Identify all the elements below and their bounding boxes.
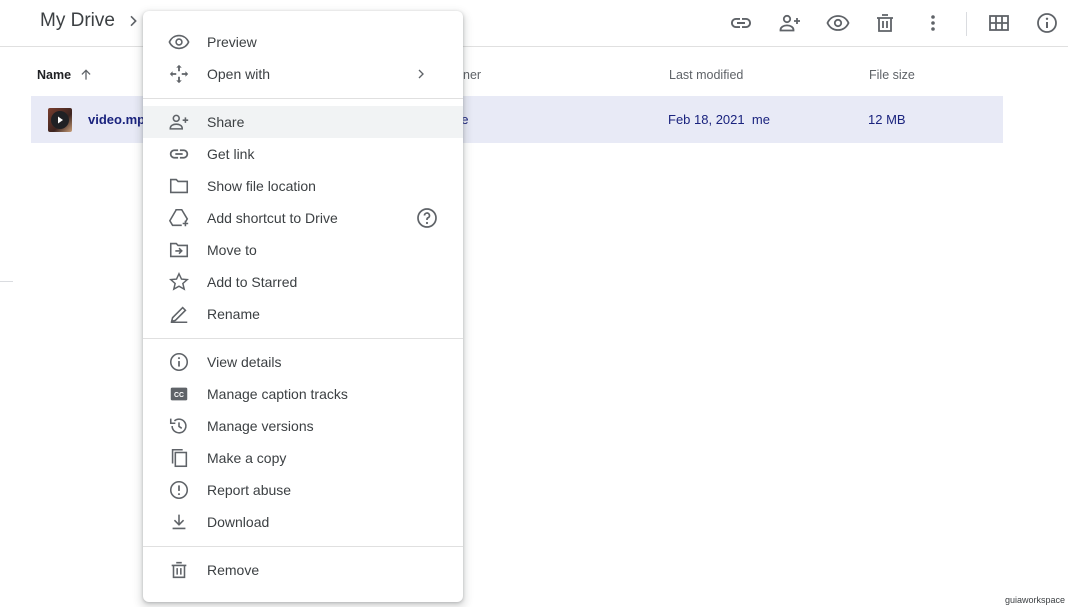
- breadcrumb: My Drive: [40, 10, 141, 32]
- play-icon: [51, 111, 69, 129]
- history-icon: [167, 414, 191, 438]
- menu-item-label: View details: [207, 354, 282, 370]
- breadcrumb-title[interactable]: My Drive: [40, 10, 115, 32]
- menu-item-share[interactable]: Share: [143, 106, 463, 138]
- divider: [0, 281, 13, 282]
- link-icon[interactable]: [726, 8, 756, 38]
- menu-item-label: Add to Starred: [207, 274, 298, 290]
- menu-item-label: Make a copy: [207, 450, 287, 466]
- menu-item-download[interactable]: Download: [143, 506, 463, 538]
- menu-item-label: Show file location: [207, 178, 316, 194]
- menu-item-label: Download: [207, 514, 270, 530]
- preview-eye-icon: [167, 30, 191, 54]
- menu-item-label: Open with: [207, 66, 271, 82]
- context-menu: Preview Open with Share Get link Show fi…: [143, 11, 463, 602]
- column-header-file-size[interactable]: File size: [869, 68, 915, 82]
- menu-item-report-abuse[interactable]: Report abuse: [143, 474, 463, 506]
- column-header-last-modified[interactable]: Last modified: [669, 68, 743, 82]
- menu-item-show-file-location[interactable]: Show file location: [143, 170, 463, 202]
- menu-item-label: Add shortcut to Drive: [207, 210, 338, 226]
- menu-item-make-copy[interactable]: Make a copy: [143, 442, 463, 474]
- svg-text:CC: CC: [174, 392, 184, 399]
- menu-item-label: Preview: [207, 34, 257, 50]
- menu-item-manage-captions[interactable]: CC Manage caption tracks: [143, 378, 463, 410]
- chevron-right-icon[interactable]: [125, 13, 141, 29]
- help-icon[interactable]: [415, 206, 439, 230]
- menu-item-label: Report abuse: [207, 482, 292, 498]
- add-person-icon: [167, 110, 191, 134]
- menu-item-add-starred[interactable]: Add to Starred: [143, 266, 463, 298]
- menu-item-move-to[interactable]: Move to: [143, 234, 463, 266]
- sort-arrow-up-icon[interactable]: [79, 68, 93, 82]
- link-icon: [167, 142, 191, 166]
- column-header-name[interactable]: Name: [37, 68, 93, 82]
- grid-view-icon[interactable]: [984, 8, 1014, 38]
- alert-icon: [167, 478, 191, 502]
- menu-item-rename[interactable]: Rename: [143, 298, 463, 330]
- video-thumbnail: [48, 108, 72, 132]
- closed-caption-icon: CC: [167, 382, 191, 406]
- menu-item-preview[interactable]: Preview: [143, 26, 463, 58]
- trash-icon[interactable]: [870, 8, 900, 38]
- star-icon: [167, 270, 191, 294]
- menu-separator: [143, 338, 463, 339]
- copy-icon: [167, 446, 191, 470]
- file-last-modified: Feb 18, 2021 me: [668, 112, 770, 127]
- menu-item-view-details[interactable]: View details: [143, 346, 463, 378]
- menu-item-label: Share: [207, 114, 245, 130]
- add-shortcut-drive-icon: [167, 206, 191, 230]
- menu-item-label: Get link: [207, 146, 255, 162]
- menu-item-label: Move to: [207, 242, 257, 258]
- menu-item-label: Manage caption tracks: [207, 386, 348, 402]
- toolbar-divider: [966, 12, 967, 36]
- info-icon[interactable]: [1032, 8, 1062, 38]
- menu-separator: [143, 98, 463, 99]
- menu-item-label: Rename: [207, 306, 260, 322]
- preview-eye-icon[interactable]: [823, 8, 853, 38]
- menu-item-get-link[interactable]: Get link: [143, 138, 463, 170]
- menu-item-manage-versions[interactable]: Manage versions: [143, 410, 463, 442]
- menu-item-open-with[interactable]: Open with: [143, 58, 463, 90]
- file-size: 12 MB: [868, 112, 906, 127]
- menu-item-add-shortcut[interactable]: Add shortcut to Drive: [143, 202, 463, 234]
- add-person-icon[interactable]: [775, 8, 805, 38]
- menu-item-label: Manage versions: [207, 418, 314, 434]
- more-vert-icon[interactable]: [918, 8, 948, 38]
- pencil-icon: [167, 302, 191, 326]
- watermark: guiaworkspace: [1005, 595, 1066, 605]
- open-with-move-icon: [167, 62, 191, 86]
- download-icon: [167, 510, 191, 534]
- folder-icon: [167, 174, 191, 198]
- menu-separator: [143, 546, 463, 547]
- file-name: video.mp: [88, 112, 146, 127]
- move-to-folder-icon: [167, 238, 191, 262]
- menu-item-label: Remove: [207, 562, 260, 578]
- chevron-right-icon: [413, 66, 429, 82]
- trash-icon: [167, 558, 191, 582]
- menu-item-remove[interactable]: Remove: [143, 554, 463, 586]
- info-icon: [167, 350, 191, 374]
